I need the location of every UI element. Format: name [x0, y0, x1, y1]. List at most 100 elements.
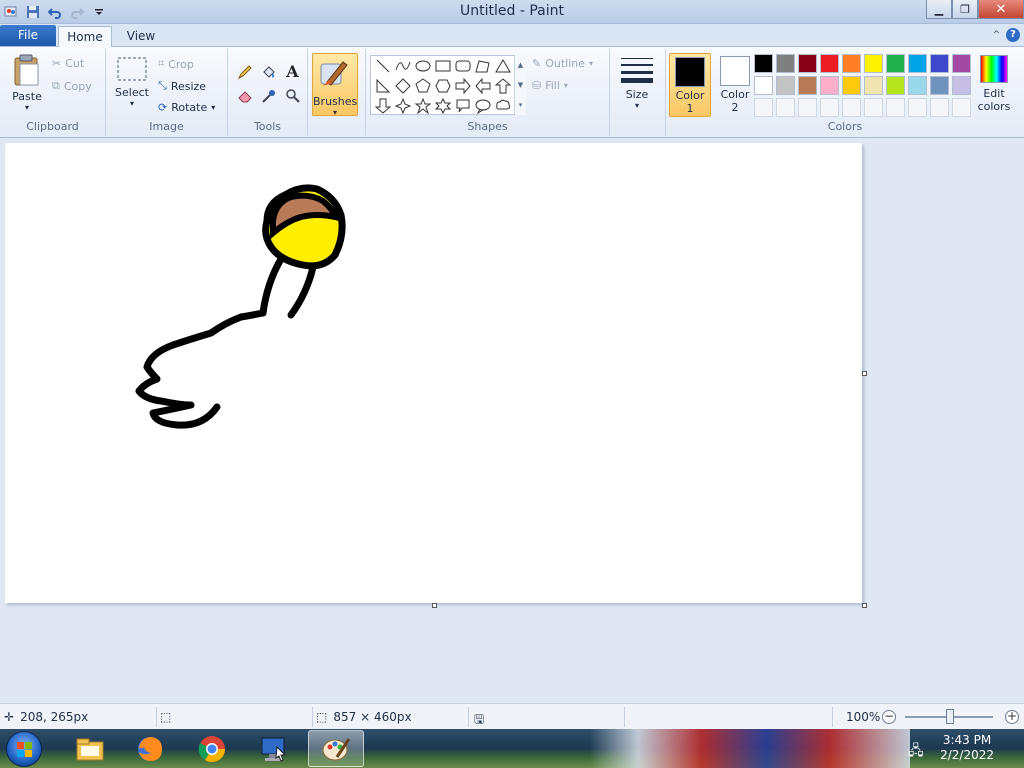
palette-color-swatch[interactable] [754, 54, 773, 73]
palette-color-swatch[interactable] [820, 54, 839, 73]
rounded-callout-shape-icon[interactable] [453, 96, 473, 116]
resize-handle-corner[interactable] [862, 603, 867, 608]
five-point-star-shape-icon[interactable] [413, 96, 433, 116]
paste-dropdown-icon[interactable]: ▾ [6, 103, 48, 112]
palette-color-swatch[interactable] [930, 54, 949, 73]
palette-empty-swatch[interactable] [842, 98, 861, 117]
rotate-button[interactable]: ⟳ Rotate ▾ [158, 101, 215, 114]
palette-color-swatch[interactable] [886, 76, 905, 95]
resize-handle-right[interactable] [862, 371, 867, 376]
scroll-down-icon[interactable]: ▼ [518, 81, 523, 89]
magnifier-icon[interactable] [282, 85, 303, 106]
color-picker-icon[interactable] [258, 85, 279, 106]
expand-gallery-icon[interactable]: ▾ [519, 101, 523, 109]
pencil-icon[interactable] [234, 61, 255, 82]
drawing-canvas[interactable] [5, 143, 867, 608]
fill-icon[interactable] [258, 61, 279, 82]
outline-button[interactable]: ✎ Outline ▾ [532, 57, 593, 70]
taskbar-remote-desktop[interactable] [246, 730, 302, 767]
taskbar-firefox[interactable] [122, 730, 178, 767]
up-arrow-shape-icon[interactable] [493, 76, 513, 96]
palette-empty-swatch[interactable] [798, 98, 817, 117]
help-icon[interactable]: ? [1006, 28, 1020, 42]
tab-home[interactable]: Home [58, 26, 112, 47]
diamond-shape-icon[interactable] [393, 76, 413, 96]
four-point-star-shape-icon[interactable] [393, 96, 413, 116]
palette-color-swatch[interactable] [864, 76, 883, 95]
curve-shape-icon[interactable] [393, 56, 413, 76]
palette-color-swatch[interactable] [886, 54, 905, 73]
palette-color-swatch[interactable] [776, 76, 795, 95]
palette-color-swatch[interactable] [798, 54, 817, 73]
pentagon-shape-icon[interactable] [413, 76, 433, 96]
minimize-ribbon-icon[interactable]: ^ [992, 30, 1000, 40]
clock[interactable]: 3:43 PM 2/2/2022 [940, 733, 994, 763]
oval-shape-icon[interactable] [413, 56, 433, 76]
palette-color-swatch[interactable] [930, 76, 949, 95]
eraser-icon[interactable] [234, 85, 255, 106]
taskbar-explorer[interactable] [62, 730, 118, 767]
crop-button[interactable]: ⌗ Crop [158, 57, 194, 71]
copy-button[interactable]: ⧉ Copy [52, 79, 92, 93]
cut-button[interactable]: ✂ Cut [52, 57, 84, 70]
size-button[interactable]: Size ▾ [618, 55, 656, 110]
palette-empty-swatch[interactable] [930, 98, 949, 117]
tab-view[interactable]: View [116, 26, 166, 47]
palette-color-swatch[interactable] [842, 76, 861, 95]
palette-empty-swatch[interactable] [952, 98, 971, 117]
select-dropdown-icon[interactable]: ▾ [112, 99, 152, 108]
line-shape-icon[interactable] [373, 56, 393, 76]
left-arrow-shape-icon[interactable] [473, 76, 493, 96]
text-icon[interactable]: A [282, 61, 303, 82]
palette-empty-swatch[interactable] [886, 98, 905, 117]
restore-button[interactable]: ❐ [952, 0, 978, 19]
taskbar-paint[interactable] [308, 730, 364, 767]
six-point-star-shape-icon[interactable] [433, 96, 453, 116]
palette-color-swatch[interactable] [820, 76, 839, 95]
close-button[interactable]: ✕ [978, 0, 1024, 19]
down-arrow-shape-icon[interactable] [373, 96, 393, 116]
palette-color-swatch[interactable] [754, 76, 773, 95]
scroll-up-icon[interactable]: ▲ [518, 61, 523, 69]
palette-color-swatch[interactable] [952, 76, 971, 95]
zoom-in-button[interactable]: + [1005, 710, 1019, 724]
palette-color-swatch[interactable] [842, 54, 861, 73]
palette-empty-swatch[interactable] [820, 98, 839, 117]
start-button[interactable] [6, 731, 42, 767]
shapes-scroll[interactable]: ▲ ▼ ▾ [514, 55, 526, 115]
hexagon-shape-icon[interactable] [433, 76, 453, 96]
right-arrow-shape-icon[interactable] [453, 76, 473, 96]
brushes-button[interactable]: Brushes ▾ [312, 53, 358, 117]
fill-button[interactable]: ⛁ Fill ▾ [532, 79, 568, 92]
palette-empty-swatch[interactable] [908, 98, 927, 117]
triangle-shape-icon[interactable] [493, 56, 513, 76]
palette-empty-swatch[interactable] [864, 98, 883, 117]
rounded-rectangle-shape-icon[interactable] [453, 56, 473, 76]
select-button[interactable]: Select ▾ [112, 55, 152, 108]
minimize-button[interactable]: ▁ [926, 0, 952, 19]
network-icon[interactable]: 🖧 [908, 740, 924, 764]
rectangle-shape-icon[interactable] [433, 56, 453, 76]
tab-file[interactable]: File [0, 25, 56, 46]
right-triangle-shape-icon[interactable] [373, 76, 393, 96]
edit-colors-button[interactable]: Edit colors [976, 55, 1012, 113]
zoom-out-button[interactable]: − [882, 710, 896, 724]
palette-empty-swatch[interactable] [776, 98, 795, 117]
resize-handle-bottom[interactable] [432, 603, 437, 608]
cloud-callout-shape-icon[interactable] [493, 96, 513, 116]
taskbar-chrome[interactable] [184, 730, 240, 767]
zoom-slider-thumb[interactable] [946, 709, 954, 724]
resize-button[interactable]: ⤡ Resize [158, 79, 206, 93]
palette-color-swatch[interactable] [776, 54, 795, 73]
palette-color-swatch[interactable] [864, 54, 883, 73]
palette-empty-swatch[interactable] [754, 98, 773, 117]
color2-button[interactable]: Color 2 [714, 53, 756, 117]
palette-color-swatch[interactable] [908, 54, 927, 73]
palette-color-swatch[interactable] [798, 76, 817, 95]
color1-button[interactable]: Color 1 [669, 53, 711, 117]
palette-color-swatch[interactable] [952, 54, 971, 73]
polygon-shape-icon[interactable] [473, 56, 493, 76]
paste-button[interactable]: Paste ▾ [6, 53, 48, 112]
oval-callout-shape-icon[interactable] [473, 96, 493, 116]
palette-color-swatch[interactable] [908, 76, 927, 95]
